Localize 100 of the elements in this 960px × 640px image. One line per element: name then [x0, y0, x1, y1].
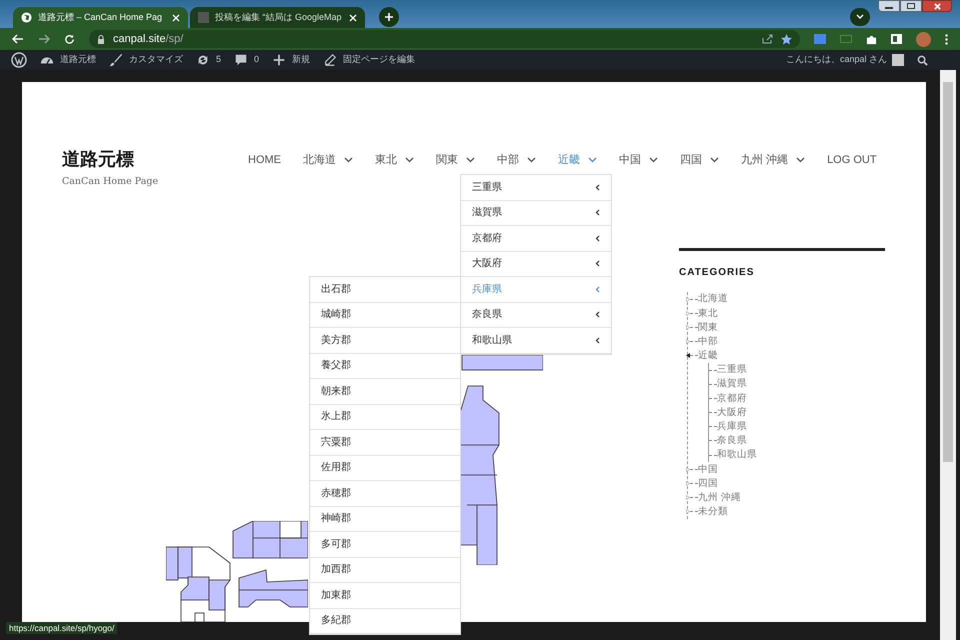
- admin-bar-link[interactable]: 道路元標: [60, 53, 96, 67]
- submenu-item[interactable]: 多紀郡: [310, 608, 460, 634]
- nav-menu-item[interactable]: 関東: [436, 152, 475, 168]
- category-link[interactable]: 三重県: [717, 365, 747, 375]
- collapsed-marker-icon[interactable]: [686, 466, 690, 472]
- expanded-arrow-icon[interactable]: [686, 353, 690, 358]
- new-tab-button[interactable]: [379, 7, 399, 27]
- collapsed-marker-icon[interactable]: [686, 339, 690, 344]
- chevron-down-icon: [649, 157, 658, 163]
- submenu-item[interactable]: 多可郡: [310, 532, 460, 558]
- greeting-text[interactable]: こんにちは、canpal さん: [786, 53, 887, 67]
- category-link[interactable]: 未分類: [698, 507, 728, 517]
- submenu-item[interactable]: 城崎郡: [310, 302, 460, 328]
- collapsed-marker-icon[interactable]: [686, 310, 690, 316]
- category-link[interactable]: 中国: [698, 464, 718, 474]
- category-link[interactable]: 中部: [698, 336, 718, 346]
- address-bar[interactable]: canpal.site/sp/: [89, 30, 800, 48]
- chevron-down-icon: [344, 157, 353, 163]
- nav-menu-item[interactable]: LOG OUT: [827, 152, 877, 168]
- chevron-left-icon: [595, 234, 600, 242]
- nav-menu-item[interactable]: 中部: [497, 152, 536, 168]
- category-link[interactable]: 京都府: [717, 394, 747, 404]
- category-link[interactable]: 兵庫県: [717, 422, 747, 432]
- category-link[interactable]: 滋賀県: [717, 379, 747, 389]
- sidebar-heading: CATEGORIES: [679, 266, 756, 280]
- search-icon[interactable]: [917, 54, 928, 66]
- close-icon[interactable]: [349, 14, 357, 22]
- category-link[interactable]: 大阪府: [717, 408, 747, 418]
- chevron-down-icon: [527, 157, 536, 163]
- site-tagline: CanCan Home Page: [62, 174, 160, 188]
- browser-tab[interactable]: 投稿を編集 “結局は GoogleMap: [190, 7, 365, 28]
- nav-menu-item[interactable]: 東北: [375, 152, 414, 168]
- submenu-item[interactable]: 加東郡: [310, 583, 460, 608]
- thumbnail-placeholder: [198, 12, 209, 23]
- submenu-item[interactable]: 朝来郡: [310, 379, 460, 404]
- plus-icon: [384, 12, 394, 22]
- nav-menu-item[interactable]: 中国: [619, 152, 658, 168]
- submenu-item[interactable]: 宍粟郡: [310, 430, 460, 456]
- submenu-item[interactable]: 佐用郡: [310, 456, 460, 481]
- brush-icon: [109, 53, 123, 67]
- close-icon: [934, 2, 940, 10]
- submenu-item[interactable]: 加西郡: [310, 558, 460, 583]
- scrollbar[interactable]: [940, 70, 956, 640]
- admin-bar-link[interactable]: カスタマイズ: [129, 53, 183, 67]
- nav-menu-item[interactable]: 北海道: [303, 152, 353, 168]
- refresh-icon: [196, 53, 210, 67]
- back-arrow-icon[interactable]: [12, 34, 24, 44]
- submenu-item[interactable]: 赤穂郡: [310, 481, 460, 506]
- minimize-button[interactable]: [878, 0, 900, 12]
- category-link[interactable]: 関東: [698, 322, 718, 332]
- submenu-item[interactable]: 出石郡: [310, 277, 460, 302]
- chevron-down-icon: [588, 157, 597, 163]
- category-link[interactable]: 奈良県: [717, 436, 747, 446]
- nav-menu-item[interactable]: 九州 沖縄: [741, 152, 806, 168]
- collapsed-marker-icon[interactable]: [686, 509, 690, 514]
- submenu-item[interactable]: 三重県: [461, 175, 611, 200]
- collapsed-marker-icon[interactable]: [686, 296, 690, 302]
- maximize-button[interactable]: [900, 0, 922, 12]
- chevron-down-icon: [856, 14, 864, 20]
- admin-bar-link[interactable]: 新規: [292, 53, 310, 67]
- chevron-down-icon: [710, 157, 719, 163]
- submenu-item[interactable]: 滋賀県: [461, 200, 611, 226]
- tab-search-button[interactable]: [850, 8, 870, 26]
- submenu-item[interactable]: 大阪府: [461, 252, 611, 277]
- forward-arrow-icon[interactable]: [38, 34, 50, 44]
- category-link[interactable]: 東北: [698, 308, 718, 318]
- chevron-left-icon: [595, 336, 600, 344]
- star-icon[interactable]: [781, 34, 792, 44]
- submenu-item[interactable]: 京都府: [461, 226, 611, 252]
- status-url: https://canpal.site/sp/hyogo/: [6, 622, 118, 634]
- admin-bar-link[interactable]: 固定ページを編集: [343, 53, 416, 67]
- chevron-left-icon: [595, 286, 600, 293]
- category-link[interactable]: 九州 沖縄: [698, 492, 742, 502]
- submenu-item[interactable]: 神崎郡: [310, 506, 460, 532]
- category-link[interactable]: 四国: [698, 478, 718, 488]
- collapsed-marker-icon[interactable]: [686, 324, 690, 330]
- chevron-left-icon: [595, 184, 600, 191]
- nav-menu-item[interactable]: HOME: [248, 152, 281, 168]
- chevron-down-icon: [466, 157, 475, 163]
- share-icon[interactable]: [762, 34, 773, 44]
- browser-tab[interactable]: 道路元標 – CanCan Home Pag: [13, 7, 188, 28]
- admin-bar-link[interactable]: 0: [254, 53, 260, 67]
- submenu-item[interactable]: 氷上郡: [310, 404, 460, 430]
- nav-menu-item[interactable]: 四国: [680, 152, 719, 168]
- site-title[interactable]: 道路元標: [62, 148, 248, 170]
- collapsed-marker-icon[interactable]: [686, 481, 690, 486]
- menu-icon[interactable]: [945, 34, 948, 44]
- close-icon[interactable]: [172, 14, 180, 22]
- side-panel-icon[interactable]: [891, 34, 902, 44]
- chevron-left-icon: [595, 260, 600, 268]
- category-link[interactable]: 北海道: [698, 294, 728, 304]
- reload-icon[interactable]: [64, 34, 75, 44]
- category-link[interactable]: 和歌山県: [717, 450, 757, 460]
- chevron-down-icon: [796, 157, 806, 163]
- collapsed-marker-icon[interactable]: [686, 495, 690, 500]
- submenu-item[interactable]: 美方郡: [310, 328, 460, 354]
- close-button[interactable]: [922, 0, 952, 12]
- submenu-item[interactable]: 養父郡: [310, 354, 460, 379]
- admin-bar-link[interactable]: 5: [216, 53, 222, 67]
- category-link[interactable]: 近畿: [698, 351, 718, 361]
